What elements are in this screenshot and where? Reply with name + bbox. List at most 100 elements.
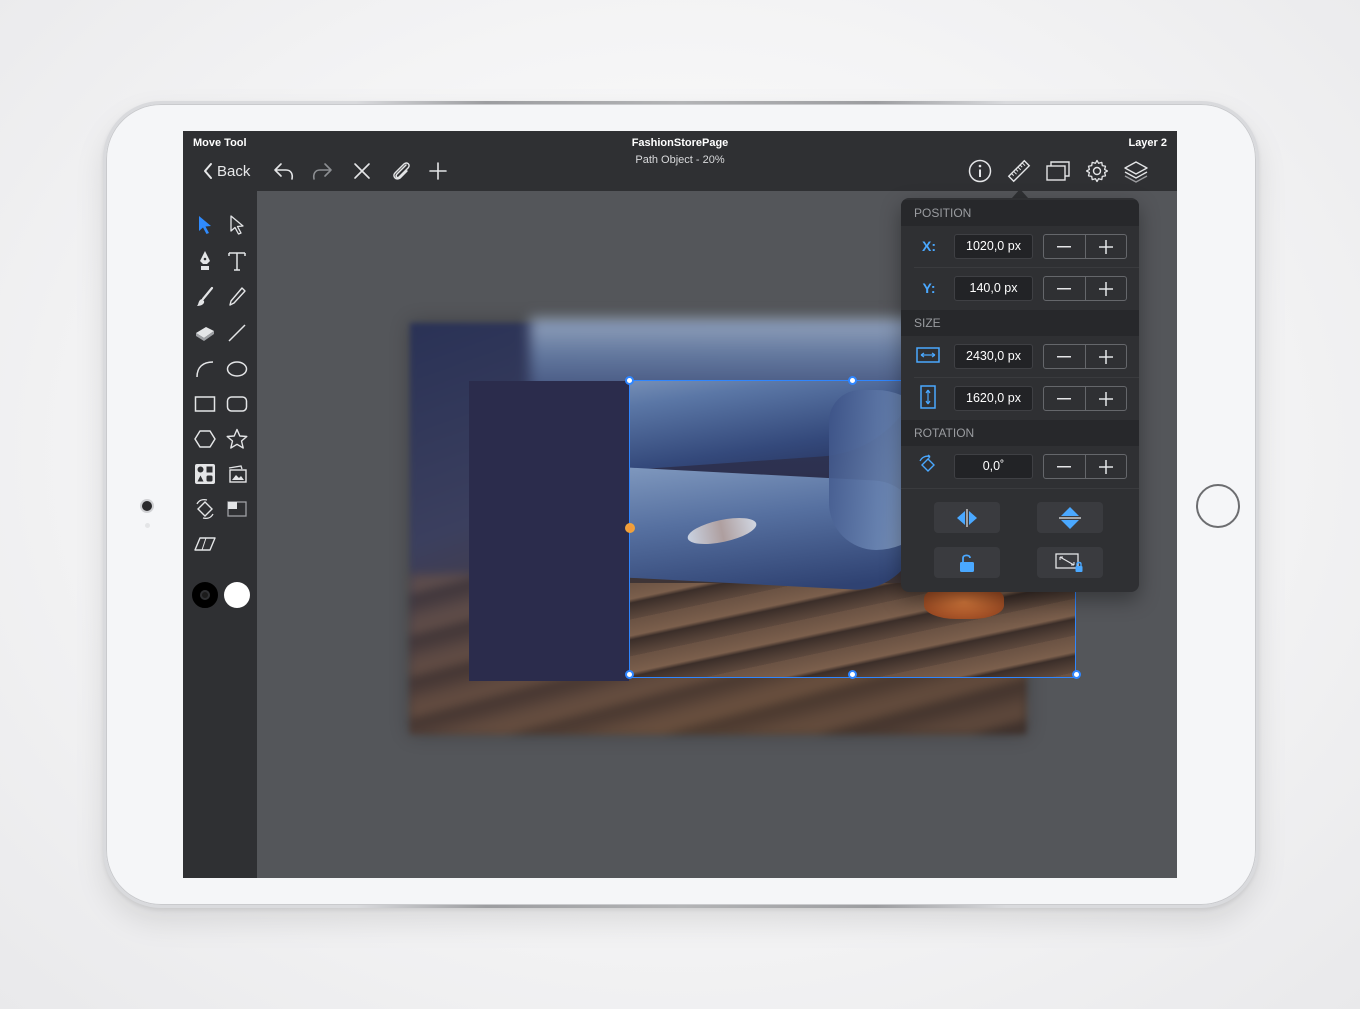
origin-handle-left-center[interactable]: [625, 523, 635, 533]
y-decrement-button[interactable]: [1044, 277, 1085, 300]
flip-vertical-icon: [1059, 506, 1081, 529]
paperclip-icon: [393, 162, 410, 180]
rotation-increment-button[interactable]: [1084, 455, 1127, 478]
width-field[interactable]: 2430,0 px: [954, 344, 1033, 369]
tool-rounded-rectangle[interactable]: [224, 391, 250, 417]
delete-button[interactable]: [349, 158, 375, 184]
height-row-icon: [915, 384, 941, 410]
star-icon: [226, 428, 248, 449]
tool-polygon[interactable]: [192, 426, 218, 452]
tool-move[interactable]: [192, 212, 218, 238]
app-screen: Move Tool FashionStorePage Path Object -…: [183, 131, 1177, 878]
geometry-inspector: POSITION X: 1020,0 px Y: 140,0 px SIZE 2…: [901, 198, 1139, 592]
rounded-rectangle-icon: [226, 396, 248, 412]
x-decrement-button[interactable]: [1044, 235, 1085, 258]
flip-horizontal-button[interactable]: [934, 502, 1000, 533]
dark-rectangle-shape[interactable]: [469, 381, 629, 681]
settings-button[interactable]: [1084, 158, 1110, 184]
info-button[interactable]: [967, 158, 993, 184]
x-increment-button[interactable]: [1084, 235, 1127, 258]
resize-handle-bottom-center[interactable]: [848, 670, 857, 679]
tool-eraser[interactable]: [192, 320, 218, 346]
x-stepper: [1043, 234, 1127, 259]
attach-button[interactable]: [388, 158, 414, 184]
rotation-header: ROTATION: [901, 420, 1139, 446]
layer-name: Layer 2: [1128, 137, 1167, 149]
artboard-icon: [1046, 161, 1070, 181]
width-row-icon: [915, 342, 941, 368]
tool-arrange[interactable]: [224, 496, 250, 522]
y-increment-button[interactable]: [1084, 277, 1127, 300]
width-decrement-button[interactable]: [1044, 345, 1085, 368]
brush-icon: [197, 286, 214, 306]
height-field[interactable]: 1620,0 px: [954, 386, 1033, 411]
resize-handle-bottom-left[interactable]: [625, 670, 634, 679]
height-decrement-button[interactable]: [1044, 387, 1085, 410]
minus-icon: [1057, 245, 1072, 247]
home-button[interactable]: [1196, 484, 1240, 528]
tool-transform[interactable]: [192, 496, 218, 522]
tool-arc[interactable]: [192, 356, 218, 382]
rotation-decrement-button[interactable]: [1044, 455, 1085, 478]
redo-icon: [312, 163, 332, 180]
pen-icon: [200, 251, 210, 270]
fill-color-swatch[interactable]: [224, 582, 250, 608]
tool-pencil[interactable]: [224, 284, 250, 310]
redo-button[interactable]: [309, 158, 335, 184]
width-increment-button[interactable]: [1084, 345, 1127, 368]
document-title: FashionStorePage: [631, 137, 729, 149]
resize-handle-top-center[interactable]: [848, 376, 857, 385]
lock-aspect-ratio-button[interactable]: [1037, 547, 1103, 578]
tool-line[interactable]: [224, 320, 250, 346]
layers-button[interactable]: [1123, 158, 1149, 184]
ruler-button[interactable]: [1006, 158, 1032, 184]
rotation-field[interactable]: 0,0˚: [954, 454, 1033, 479]
tool-pen[interactable]: [192, 248, 218, 274]
plus-icon: [429, 162, 447, 180]
move-arrow-icon: [199, 216, 211, 234]
divider: [901, 488, 1139, 489]
resize-handle-top-left[interactable]: [625, 376, 634, 385]
aspect-lock-icon: [1055, 552, 1083, 572]
tool-skew[interactable]: [192, 531, 218, 557]
ruler-icon: [1007, 159, 1031, 183]
tool-rectangle[interactable]: [192, 391, 218, 417]
image-icon: [228, 465, 247, 483]
resize-handle-bottom-right[interactable]: [1072, 670, 1081, 679]
lock-button[interactable]: [934, 547, 1000, 578]
add-button[interactable]: [425, 158, 451, 184]
symbol-grid-icon: [195, 464, 215, 484]
tool-brush[interactable]: [192, 284, 218, 310]
x-position-field[interactable]: 1020,0 px: [954, 234, 1033, 259]
flip-vertical-button[interactable]: [1037, 502, 1103, 533]
divider: [914, 377, 1139, 378]
back-button[interactable]: Back: [203, 159, 250, 183]
arrange-icon: [227, 501, 247, 517]
tool-image[interactable]: [224, 461, 250, 487]
height-stepper: [1043, 386, 1127, 411]
x-label: X:: [922, 238, 936, 254]
height-increment-button[interactable]: [1084, 387, 1127, 410]
tool-symbols[interactable]: [192, 461, 218, 487]
direct-select-arrow-icon: [230, 215, 244, 235]
tool-direct-select[interactable]: [224, 212, 250, 238]
artboard-button[interactable]: [1045, 158, 1071, 184]
y-position-field[interactable]: 140,0 px: [954, 276, 1033, 301]
rotation-stepper: [1043, 454, 1127, 479]
rotate-icon: [919, 454, 935, 472]
undo-button[interactable]: [271, 158, 297, 184]
minus-icon: [1057, 465, 1072, 467]
info-icon: [968, 159, 992, 183]
device-edge-bottom: [356, 905, 1006, 908]
tool-text[interactable]: [224, 248, 250, 274]
stroke-color-swatch[interactable]: [192, 582, 218, 608]
tool-palette: [183, 191, 257, 878]
tool-star[interactable]: [224, 426, 250, 452]
transform-icon: [196, 498, 214, 520]
rotation-row-icon: [915, 452, 941, 478]
ellipse-icon: [226, 361, 248, 377]
text-icon: [228, 252, 246, 271]
size-header: SIZE: [901, 310, 1139, 336]
tool-ellipse[interactable]: [224, 356, 250, 382]
height-icon: [920, 385, 936, 409]
